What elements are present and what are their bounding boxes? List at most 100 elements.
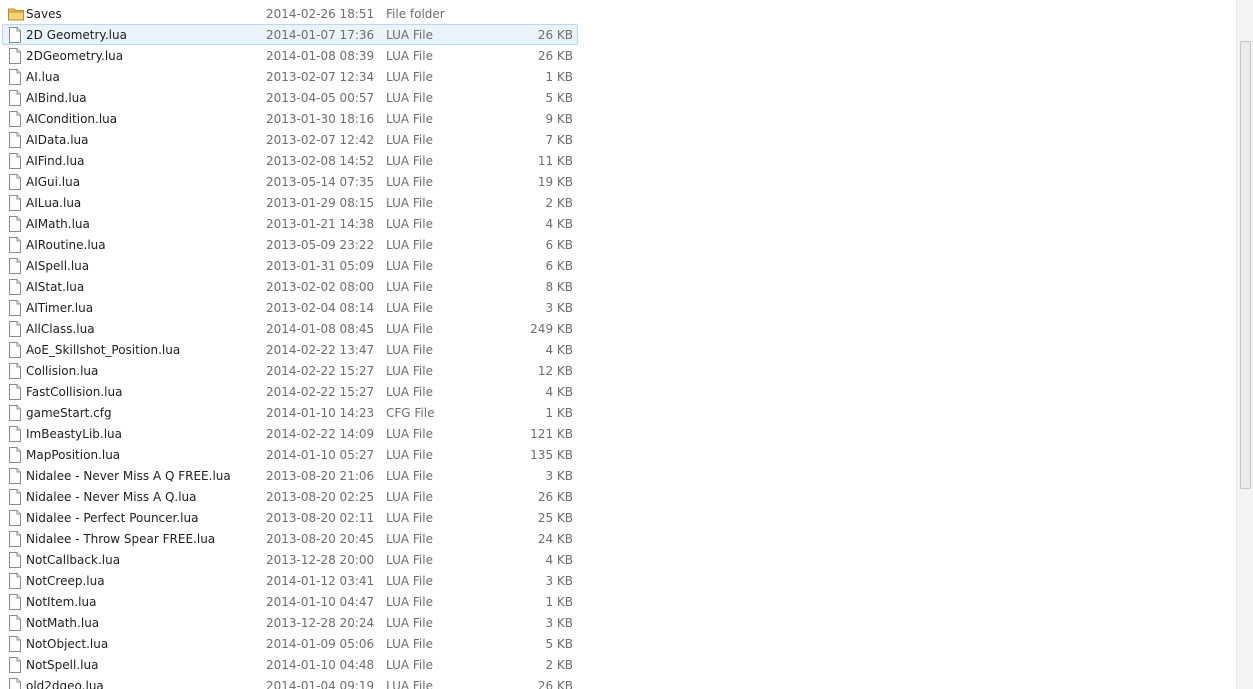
file-row[interactable]: Nidalee - Throw Spear FREE.lua 2013-08-2…: [2, 528, 578, 549]
file-date-modified: 2013-12-28 20:24: [266, 616, 375, 630]
file-date-modified: 2014-01-10 04:47: [266, 595, 375, 609]
file-row[interactable]: Saves 2014-02-26 18:51 File folder: [2, 3, 578, 24]
file-date-modified: 2014-02-26 18:51: [266, 7, 375, 21]
file-type: LUA File: [386, 280, 433, 294]
file-icon: [8, 69, 22, 85]
file-date-modified: 2014-02-22 15:27: [266, 385, 375, 399]
file-icon: [8, 27, 22, 43]
file-type: LUA File: [386, 112, 433, 126]
file-row[interactable]: gameStart.cfg 2014-01-10 14:23 CFG File …: [2, 402, 578, 423]
explorer-window: Saves 2014-02-26 18:51 File folder 2D Ge…: [0, 0, 1253, 689]
file-type: File folder: [386, 7, 445, 21]
file-size: 4 KB: [545, 385, 573, 399]
file-icon: [8, 321, 22, 337]
file-row[interactable]: Nidalee - Never Miss A Q FREE.lua 2013-0…: [2, 465, 578, 486]
file-name: AIData.lua: [26, 133, 89, 147]
file-type: LUA File: [386, 637, 433, 651]
file-size: 4 KB: [545, 553, 573, 567]
file-size: 2 KB: [545, 658, 573, 672]
file-type: LUA File: [386, 91, 433, 105]
file-row[interactable]: AIGui.lua 2013-05-14 07:35 LUA File 19 K…: [2, 171, 578, 192]
file-row[interactable]: old2dgeo.lua 2014-01-04 09:19 LUA File 2…: [2, 675, 578, 689]
file-row[interactable]: Collision.lua 2014-02-22 15:27 LUA File …: [2, 360, 578, 381]
file-size: 1 KB: [545, 406, 573, 420]
file-list: Saves 2014-02-26 18:51 File folder 2D Ge…: [0, 3, 1236, 689]
file-row[interactable]: AIStat.lua 2013-02-02 08:00 LUA File 8 K…: [2, 276, 578, 297]
file-date-modified: 2014-02-22 15:27: [266, 364, 375, 378]
file-row[interactable]: AISpell.lua 2013-01-31 05:09 LUA File 6 …: [2, 255, 578, 276]
file-name: NotSpell.lua: [26, 658, 99, 672]
file-name: AIGui.lua: [26, 175, 81, 189]
file-size: 26 KB: [537, 679, 573, 689]
file-row[interactable]: AI.lua 2013-02-07 12:34 LUA File 1 KB: [2, 66, 578, 87]
file-name: AIBind.lua: [26, 91, 87, 105]
file-date-modified: 2014-01-08 08:39: [266, 49, 375, 63]
file-type: LUA File: [386, 238, 433, 252]
file-row[interactable]: Nidalee - Never Miss A Q.lua 2013-08-20 …: [2, 486, 578, 507]
file-size: 26 KB: [537, 49, 573, 63]
file-size: 5 KB: [545, 91, 573, 105]
file-name: AICondition.lua: [26, 112, 118, 126]
file-date-modified: 2013-08-20 02:25: [266, 490, 375, 504]
file-date-modified: 2014-01-10 04:48: [266, 658, 375, 672]
file-icon: [8, 615, 22, 631]
file-type: LUA File: [386, 175, 433, 189]
file-row[interactable]: FastCollision.lua 2014-02-22 15:27 LUA F…: [2, 381, 578, 402]
file-date-modified: 2013-08-20 20:45: [266, 532, 375, 546]
file-icon: [8, 111, 22, 127]
file-row[interactable]: AIFind.lua 2013-02-08 14:52 LUA File 11 …: [2, 150, 578, 171]
file-date-modified: 2013-02-04 08:14: [266, 301, 375, 315]
file-icon: [8, 216, 22, 232]
file-row[interactable]: 2D Geometry.lua 2014-01-07 17:36 LUA Fil…: [2, 24, 578, 45]
file-row[interactable]: 2DGeometry.lua 2014-01-08 08:39 LUA File…: [2, 45, 578, 66]
file-row[interactable]: AIMath.lua 2013-01-21 14:38 LUA File 4 K…: [2, 213, 578, 234]
file-size: 9 KB: [545, 112, 573, 126]
file-date-modified: 2013-02-07 12:42: [266, 133, 375, 147]
file-date-modified: 2013-01-29 08:15: [266, 196, 375, 210]
file-row[interactable]: MapPosition.lua 2014-01-10 05:27 LUA Fil…: [2, 444, 578, 465]
file-row[interactable]: AIRoutine.lua 2013-05-09 23:22 LUA File …: [2, 234, 578, 255]
file-row[interactable]: AllClass.lua 2014-01-08 08:45 LUA File 2…: [2, 318, 578, 339]
file-icon: [8, 489, 22, 505]
file-row[interactable]: AIData.lua 2013-02-07 12:42 LUA File 7 K…: [2, 129, 578, 150]
file-row[interactable]: NotItem.lua 2014-01-10 04:47 LUA File 1 …: [2, 591, 578, 612]
file-date-modified: 2013-02-08 14:52: [266, 154, 375, 168]
file-type: LUA File: [386, 532, 433, 546]
file-row[interactable]: AILua.lua 2013-01-29 08:15 LUA File 2 KB: [2, 192, 578, 213]
file-icon: [8, 678, 22, 689]
file-row[interactable]: AITimer.lua 2013-02-04 08:14 LUA File 3 …: [2, 297, 578, 318]
file-size: 11 KB: [537, 154, 573, 168]
scrollbar-thumb[interactable]: [1240, 41, 1251, 489]
file-row[interactable]: Nidalee - Perfect Pouncer.lua 2013-08-20…: [2, 507, 578, 528]
file-size: 25 KB: [537, 511, 573, 525]
file-row[interactable]: NotCreep.lua 2014-01-12 03:41 LUA File 3…: [2, 570, 578, 591]
file-icon: [8, 384, 22, 400]
file-date-modified: 2013-12-28 20:00: [266, 553, 375, 567]
file-date-modified: 2014-02-22 14:09: [266, 427, 375, 441]
file-date-modified: 2013-01-21 14:38: [266, 217, 375, 231]
file-date-modified: 2013-02-07 12:34: [266, 70, 375, 84]
file-size: 4 KB: [545, 217, 573, 231]
file-type: LUA File: [386, 259, 433, 273]
file-row[interactable]: NotMath.lua 2013-12-28 20:24 LUA File 3 …: [2, 612, 578, 633]
vertical-scrollbar[interactable]: [1236, 0, 1253, 689]
file-name: 2DGeometry.lua: [26, 49, 124, 63]
file-row[interactable]: NotObject.lua 2014-01-09 05:06 LUA File …: [2, 633, 578, 654]
file-row[interactable]: ImBeastyLib.lua 2014-02-22 14:09 LUA Fil…: [2, 423, 578, 444]
file-name: AI.lua: [26, 70, 60, 84]
file-row[interactable]: AICondition.lua 2013-01-30 18:16 LUA Fil…: [2, 108, 578, 129]
file-icon: [8, 510, 22, 526]
file-date-modified: 2014-02-22 13:47: [266, 343, 375, 357]
file-row[interactable]: AoE_Skillshot_Position.lua 2014-02-22 13…: [2, 339, 578, 360]
file-type: LUA File: [386, 616, 433, 630]
file-type: LUA File: [386, 574, 433, 588]
file-row[interactable]: NotCallback.lua 2013-12-28 20:00 LUA Fil…: [2, 549, 578, 570]
file-date-modified: 2014-01-10 14:23: [266, 406, 375, 420]
file-size: 3 KB: [545, 301, 573, 315]
file-row[interactable]: AIBind.lua 2013-04-05 00:57 LUA File 5 K…: [2, 87, 578, 108]
file-date-modified: 2013-01-31 05:09: [266, 259, 375, 273]
file-icon: [8, 132, 22, 148]
file-date-modified: 2013-04-05 00:57: [266, 91, 375, 105]
file-date-modified: 2013-08-20 21:06: [266, 469, 375, 483]
file-row[interactable]: NotSpell.lua 2014-01-10 04:48 LUA File 2…: [2, 654, 578, 675]
